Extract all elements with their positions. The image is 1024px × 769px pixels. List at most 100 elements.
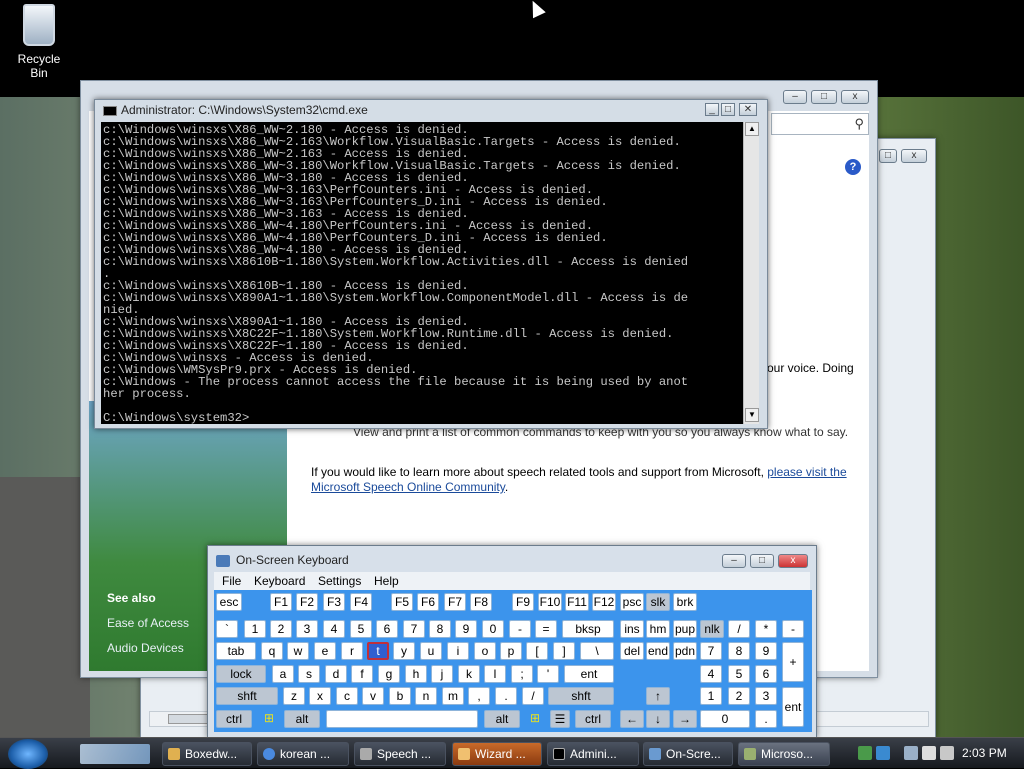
key-d[interactable]: d [325,665,347,683]
key-h[interactable]: h [405,665,427,683]
key-n9[interactable]: 9 [455,620,477,638]
key-esc[interactable]: esc [216,593,242,611]
key-q[interactable]: q [261,642,283,660]
key-n0[interactable]: 0 [482,620,504,638]
space-bar-key[interactable] [326,710,478,728]
key-p9[interactable]: 9 [755,642,777,660]
key-p6[interactable]: 6 [755,665,777,683]
key-mul[interactable]: * [755,620,777,638]
taskbar-item-microsoft[interactable]: Microso... [738,742,830,766]
key-f9[interactable]: F9 [512,593,534,611]
key-w[interactable]: w [287,642,309,660]
recycle-bin-shortcut[interactable]: Recycle Bin [8,4,70,80]
key-div[interactable]: / [728,620,750,638]
close-button[interactable]: x [841,90,869,104]
key-p8[interactable]: 8 [728,642,750,660]
key-pent[interactable]: ent [782,687,804,727]
language-icon[interactable] [876,746,890,760]
key-u[interactable]: u [420,642,442,660]
key-p1[interactable]: 1 [700,687,722,705]
key-shft[interactable]: shft [216,687,278,705]
key-n3[interactable]: 3 [296,620,318,638]
key-f6[interactable]: F6 [417,593,439,611]
key-quote[interactable]: ' [537,665,559,683]
cmd-minimize-button[interactable]: _ [705,103,719,116]
key-n2[interactable]: 2 [270,620,292,638]
close-button[interactable]: x [901,149,927,163]
cmd-close-button[interactable]: ✕ [739,103,757,116]
key-ctrl[interactable]: ctrl [216,710,252,728]
key-ent[interactable]: ent [564,665,614,683]
osk-maximize-button[interactable]: □ [750,554,774,568]
up-arrow-key-icon[interactable]: ↑ [646,687,670,705]
key-g[interactable]: g [378,665,400,683]
osk-minimize-button[interactable]: – [722,554,746,568]
clock[interactable]: 2:03 PM [962,746,1007,760]
key-v[interactable]: v [362,687,384,705]
key-lock[interactable]: lock [216,665,266,683]
key-n5[interactable]: 5 [350,620,372,638]
down-arrow-key-icon[interactable]: ↓ [646,710,670,728]
key-f4[interactable]: F4 [350,593,372,611]
key-psc[interactable]: psc [620,593,644,611]
scroll-down-arrow-icon[interactable]: ▼ [745,408,759,422]
cmd-console-output[interactable]: c:\Windows\winsxs\X86_WW~2.180 - Access … [101,122,743,424]
osk-close-button[interactable]: x [778,554,808,568]
menu-key-icon[interactable]: ☰ [550,710,570,728]
maximize-button[interactable]: □ [879,149,897,163]
key-p7[interactable]: 7 [700,642,722,660]
windows-key-icon[interactable]: ⊞ [258,710,280,728]
key-k[interactable]: k [458,665,480,683]
key-p[interactable]: p [500,642,522,660]
menu-keyboard[interactable]: Keyboard [254,574,305,588]
key-equal[interactable]: = [535,620,557,638]
key-plus[interactable]: + [782,642,804,682]
network-icon[interactable] [858,746,872,760]
key-i[interactable]: i [447,642,469,660]
scroll-up-arrow-icon[interactable]: ▲ [745,122,759,136]
scroll-thumb[interactable] [168,714,208,724]
taskbar-item-korean[interactable]: korean ... [257,742,349,766]
key-z[interactable]: z [283,687,305,705]
taskbar-item-on-screen-keyboard[interactable]: On-Scre... [643,742,733,766]
menu-help[interactable]: Help [374,574,399,588]
key-bksp[interactable]: bksp [562,620,614,638]
key-rshft[interactable]: shft [548,687,614,705]
key-pdot[interactable]: . [755,710,777,728]
key-f10[interactable]: F10 [538,593,562,611]
key-x[interactable]: x [309,687,331,705]
key-b[interactable]: b [389,687,411,705]
minimize-button[interactable]: – [783,90,807,104]
key-end[interactable]: end [646,642,670,660]
key-hm[interactable]: hm [646,620,670,638]
menu-settings[interactable]: Settings [318,574,361,588]
on-screen-keyboard-window[interactable]: On-Screen Keyboard – □ x File Keyboard S… [207,545,817,738]
key-y[interactable]: y [393,642,415,660]
key-ins[interactable]: ins [620,620,644,638]
speech-community-link-part1[interactable]: please visit the [767,465,846,479]
key-r[interactable]: r [341,642,363,660]
key-t[interactable]: t [367,642,389,660]
key-del[interactable]: del [620,642,644,660]
key-n8[interactable]: 8 [429,620,451,638]
key-nlk[interactable]: nlk [700,620,724,638]
key-s[interactable]: s [298,665,320,683]
key-j[interactable]: j [431,665,453,683]
see-also-ease-of-access-link[interactable]: Ease of Access [107,616,189,630]
command-prompt-window[interactable]: Administrator: C:\Windows\System32\cmd.e… [94,99,768,429]
key-p4[interactable]: 4 [700,665,722,683]
key-rbr[interactable]: ] [553,642,575,660]
menu-file[interactable]: File [222,574,241,588]
computer-icon[interactable] [904,746,918,760]
cmd-maximize-button[interactable]: □ [721,103,735,116]
key-f12[interactable]: F12 [592,593,616,611]
key-alt[interactable]: alt [284,710,320,728]
key-pup[interactable]: pup [673,620,697,638]
key-brk[interactable]: brk [673,593,697,611]
maximize-button[interactable]: □ [811,90,837,104]
quick-launch-bar[interactable] [80,744,150,764]
taskbar-item-boxedw[interactable]: Boxedw... [162,742,252,766]
key-a[interactable]: a [272,665,294,683]
volume-muted-icon[interactable] [922,746,936,760]
key-lbr[interactable]: [ [526,642,548,660]
